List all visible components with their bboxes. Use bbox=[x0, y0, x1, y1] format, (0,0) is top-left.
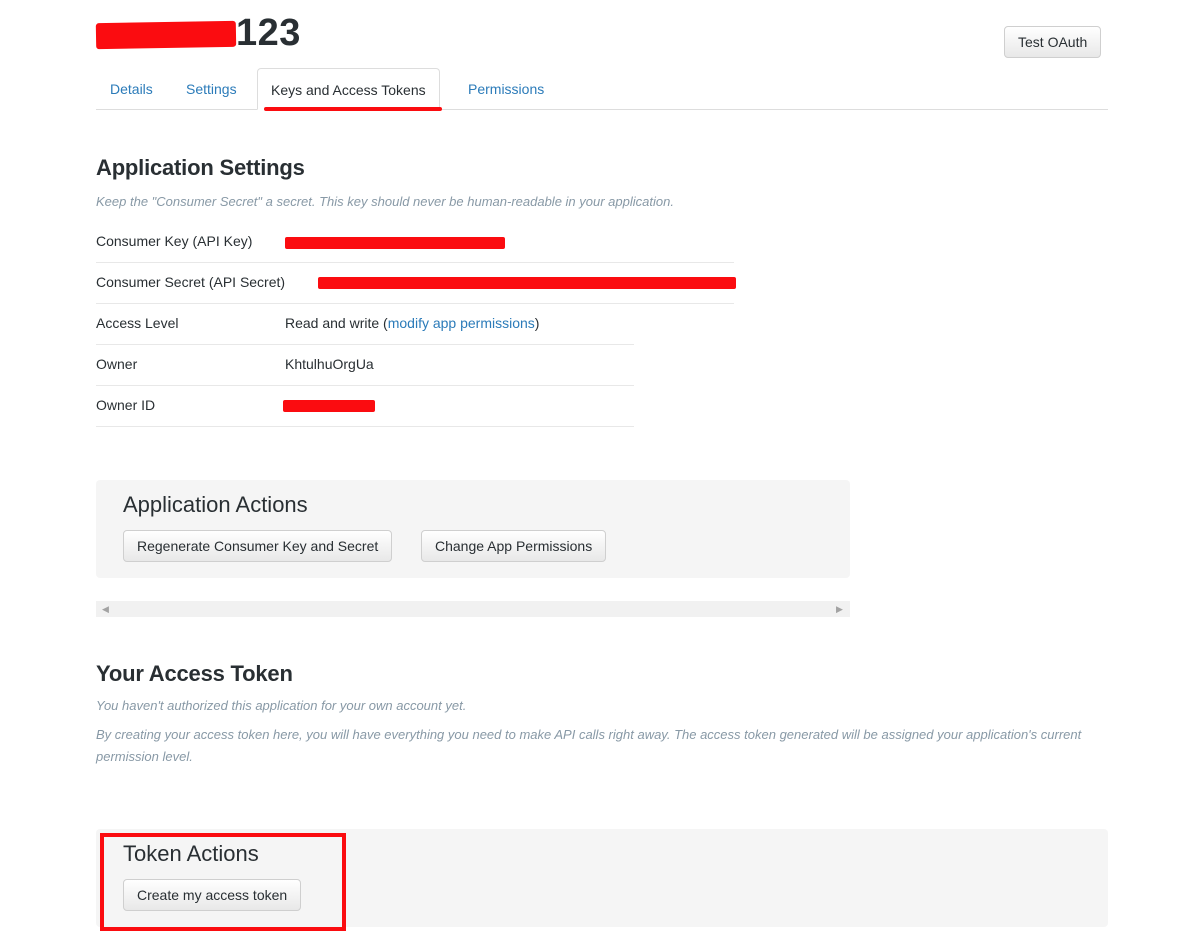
regenerate-consumer-key-button[interactable]: Regenerate Consumer Key and Secret bbox=[123, 530, 393, 562]
tab-settings[interactable]: Settings bbox=[186, 68, 237, 110]
active-tab-annotation bbox=[264, 107, 442, 111]
access-token-title: Your Access Token bbox=[96, 661, 293, 686]
row-owner-id: Owner ID bbox=[96, 386, 634, 427]
consumer-secret-note: Keep the "Consumer Secret" a secret. Thi… bbox=[96, 194, 674, 209]
owner-id-redaction bbox=[283, 400, 375, 412]
test-oauth-button[interactable]: Test OAuth bbox=[1004, 26, 1102, 58]
row-owner: Owner KhtulhuOrgUa bbox=[96, 345, 634, 386]
consumer-secret-redaction bbox=[318, 277, 736, 289]
owner-label: Owner bbox=[96, 356, 138, 372]
tab-keys-and-access-tokens[interactable]: Keys and Access Tokens bbox=[257, 68, 440, 110]
app-title-suffix: 123 bbox=[236, 12, 301, 54]
consumer-secret-label: Consumer Secret (API Secret) bbox=[96, 274, 286, 290]
token-actions-highlight-annotation bbox=[100, 833, 346, 931]
tab-permissions[interactable]: Permissions bbox=[468, 68, 544, 110]
access-level-label: Access Level bbox=[96, 315, 179, 331]
access-token-section: Your Access Token You haven't authorized… bbox=[96, 661, 1108, 768]
access-token-description: By creating your access token here, you … bbox=[96, 727, 1082, 764]
access-level-value: Read and write (modify app permissions) bbox=[285, 315, 539, 331]
app-title: 123 bbox=[96, 12, 301, 55]
horizontal-scrollbar[interactable]: ◀ ▶ bbox=[96, 601, 850, 617]
row-access-level: Access Level Read and write (modify app … bbox=[96, 304, 634, 345]
scroll-right-icon[interactable]: ▶ bbox=[836, 602, 843, 616]
consumer-key-label: Consumer Key (API Key) bbox=[96, 233, 253, 249]
row-consumer-key: Consumer Key (API Key) bbox=[96, 222, 734, 263]
row-consumer-secret: Consumer Secret (API Secret) bbox=[96, 263, 736, 304]
access-level-text: Read and write ( bbox=[285, 315, 388, 331]
application-actions-panel: Application Actions Regenerate Consumer … bbox=[96, 480, 850, 578]
access-level-close-paren: ) bbox=[534, 315, 540, 331]
consumer-key-redaction bbox=[285, 237, 505, 249]
modify-app-permissions-link[interactable]: modify app permissions bbox=[388, 315, 535, 331]
application-settings-title: Application Settings bbox=[96, 155, 305, 180]
tab-details[interactable]: Details bbox=[110, 68, 153, 110]
owner-value: KhtulhuOrgUa bbox=[285, 356, 374, 372]
application-settings-section: Application Settings Keep the "Consumer … bbox=[96, 155, 674, 213]
owner-id-label: Owner ID bbox=[96, 397, 156, 413]
tab-bar: Details Settings Keys and Access Tokens … bbox=[96, 68, 1108, 110]
application-actions-title: Application Actions bbox=[123, 492, 308, 517]
access-token-not-authorized-note: You haven't authorized this application … bbox=[96, 698, 467, 713]
change-app-permissions-button[interactable]: Change App Permissions bbox=[421, 530, 607, 562]
scroll-left-icon[interactable]: ◀ bbox=[102, 602, 109, 616]
